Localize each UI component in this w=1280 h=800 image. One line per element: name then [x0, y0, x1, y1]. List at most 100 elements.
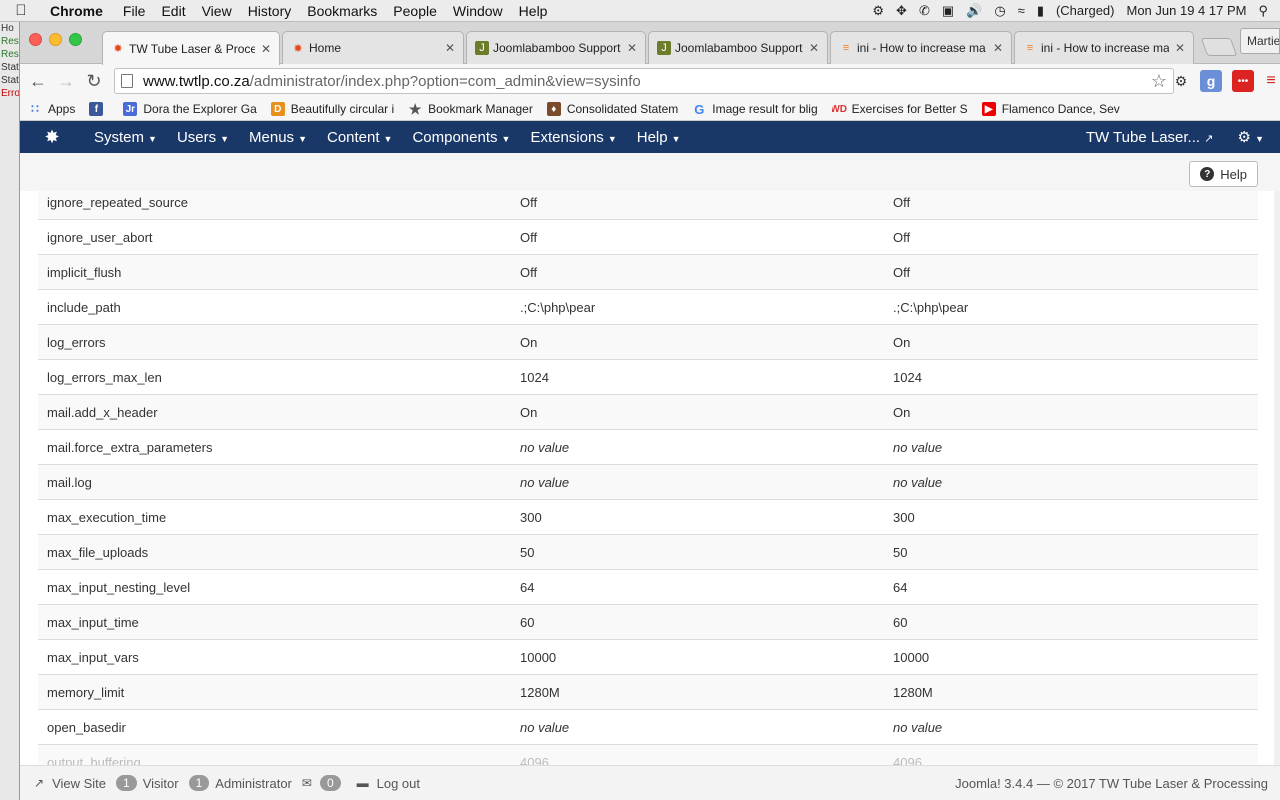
- bookmark-exercises[interactable]: WD Exercises for Better S: [832, 102, 968, 116]
- minimize-window-icon[interactable]: [49, 33, 62, 46]
- logout-link[interactable]: ▬ Log out: [357, 776, 420, 791]
- forward-icon[interactable]: →: [52, 67, 80, 95]
- volume-icon[interactable]: 🔊: [966, 3, 982, 19]
- directive-cell: ignore_repeated_source: [38, 191, 511, 220]
- address-bar[interactable]: www.twtlp.co.za/administrator/index.php?…: [114, 68, 1174, 94]
- menu-window[interactable]: Window: [445, 3, 511, 19]
- visitor-label: Visitor: [142, 775, 179, 791]
- site-link[interactable]: TW Tube Laser... ↗: [1086, 129, 1238, 146]
- bookmark-flamenco[interactable]: ▶ Flamenco Dance, Sev: [981, 102, 1120, 116]
- close-tab-icon[interactable]: ✕: [445, 41, 455, 55]
- url-path: /administrator/index.php?option=com_admi…: [249, 72, 641, 90]
- admin-count-badge: 1: [188, 775, 210, 791]
- master-value-cell: no value: [884, 464, 1258, 500]
- bookmark-apps[interactable]: ∷ Apps: [28, 102, 75, 116]
- table-row: mail.force_extra_parameters no value no va…: [38, 429, 1258, 465]
- bookmark-image-result[interactable]: G Image result for blig: [692, 102, 817, 116]
- caret-down-icon: ▼: [220, 133, 230, 144]
- close-tab-icon[interactable]: ✕: [993, 41, 1003, 55]
- messages-link[interactable]: ✉ 0: [302, 775, 347, 791]
- close-tab-icon[interactable]: ✕: [627, 41, 637, 55]
- time-machine-icon[interactable]: ◷: [994, 3, 1005, 19]
- directive-cell: mail.force_extra_parameters: [38, 429, 511, 465]
- bg-app-text: Ho: [1, 23, 14, 34]
- tab-home[interactable]: ✸ Home ✕: [282, 31, 464, 64]
- bookmark-facebook[interactable]: f: [89, 102, 109, 116]
- google-icon: G: [694, 102, 705, 116]
- directive-cell: max_input_time: [38, 604, 511, 640]
- bookmark-manager[interactable]: ★ Bookmark Manager: [408, 102, 533, 116]
- wifi-icon[interactable]: ≈: [1018, 3, 1025, 18]
- menu-extension-icon[interactable]: ≡: [1260, 70, 1280, 92]
- clock[interactable]: Mon Jun 19 4 17 PM: [1127, 3, 1247, 18]
- close-tab-icon[interactable]: ✕: [1175, 41, 1185, 55]
- bookmark-dora[interactable]: Jr Dora the Explorer Ga: [123, 102, 257, 116]
- apple-icon[interactable]: : [0, 2, 42, 19]
- logout-label: Log out: [376, 775, 420, 791]
- nav-content[interactable]: Content ▼: [317, 129, 402, 146]
- menu-file[interactable]: File: [115, 3, 154, 19]
- table-row: open_basedir no value no value: [38, 709, 1258, 745]
- menu-edit[interactable]: Edit: [153, 3, 193, 19]
- table-row: max_input_nesting_level 64 64: [38, 569, 1258, 605]
- help-button[interactable]: ? Help: [1189, 161, 1258, 187]
- admin-label: Administrator: [215, 775, 292, 791]
- close-tab-icon[interactable]: ✕: [261, 42, 271, 56]
- spotlight-search-icon[interactable]: ⚲: [1258, 3, 1268, 19]
- tab-tw-tube-laser[interactable]: ✸ TW Tube Laser & Process ✕: [102, 31, 280, 65]
- menu-history[interactable]: History: [240, 3, 300, 19]
- close-tab-icon[interactable]: ✕: [809, 41, 819, 55]
- display-icon[interactable]: ▣: [942, 3, 954, 19]
- user-settings-gear-icon[interactable]: ⚙ ▼: [1237, 128, 1280, 146]
- crest-icon: ♦: [546, 102, 561, 116]
- local-value-cell: 60: [511, 604, 884, 640]
- tab-title: Home: [309, 41, 342, 55]
- menu-people[interactable]: People: [385, 3, 445, 19]
- directive-cell: mail.log: [38, 464, 511, 500]
- phone-icon[interactable]: ✆: [919, 3, 930, 19]
- menu-help[interactable]: Help: [511, 3, 556, 19]
- nav-components[interactable]: Components ▼: [402, 129, 520, 146]
- joomla-logo-icon[interactable]: ✸: [20, 127, 84, 148]
- nav-help[interactable]: Help ▼: [627, 129, 691, 146]
- nav-extensions[interactable]: Extensions ▼: [520, 129, 626, 146]
- back-icon[interactable]: ←: [24, 67, 52, 95]
- nav-label: Components: [412, 128, 498, 146]
- settings-gear-icon[interactable]: ⚙: [1170, 70, 1192, 92]
- bookmark-beautifully-circular[interactable]: D Beautifully circular i: [270, 102, 394, 116]
- nav-users[interactable]: Users ▼: [167, 129, 239, 146]
- master-value-cell: Off: [884, 254, 1258, 290]
- page-info-icon[interactable]: [121, 74, 133, 88]
- menu-app-chrome[interactable]: Chrome: [42, 3, 115, 19]
- tab-ini-increase-2[interactable]: ≡ ini - How to increase ma ✕: [1014, 31, 1194, 64]
- bookmark-consolidated[interactable]: ♦ Consolidated Statem: [546, 102, 678, 116]
- reload-icon[interactable]: ↻: [80, 67, 108, 95]
- new-tab-button[interactable]: [1200, 38, 1238, 56]
- dropbox-icon[interactable]: ⚙: [872, 3, 884, 19]
- google-extension-icon[interactable]: g: [1200, 70, 1222, 92]
- directive-cell: max_input_nesting_level: [38, 569, 511, 605]
- tab-joomlabamboo-support-2[interactable]: J Joomlabamboo Support ✕: [648, 31, 828, 64]
- zoom-window-icon[interactable]: [69, 33, 82, 46]
- menu-view[interactable]: View: [194, 3, 240, 19]
- nav-menus[interactable]: Menus ▼: [239, 129, 317, 146]
- move-icon[interactable]: ✥: [896, 3, 907, 19]
- page-scrollbar[interactable]: [1274, 191, 1280, 765]
- tab-ini-increase-1[interactable]: ≡ ini - How to increase ma ✕: [830, 31, 1012, 64]
- master-value-cell: 64: [884, 569, 1258, 605]
- menu-bookmarks[interactable]: Bookmarks: [299, 3, 385, 19]
- table-row: memory_limit 1280M 1280M: [38, 674, 1258, 710]
- lastpass-extension-icon[interactable]: •••: [1232, 70, 1254, 92]
- tab-joomlabamboo-support-1[interactable]: J Joomlabamboo Support ✕: [466, 31, 646, 64]
- directive-cell: ignore_user_abort: [38, 219, 511, 255]
- nav-system[interactable]: System ▼: [84, 129, 167, 146]
- subheader-toolbar: ? Help: [20, 153, 1280, 196]
- php-settings-content: ignore_repeated_source Off Off ignore_user_…: [20, 191, 1280, 765]
- view-site-link[interactable]: ↗ View Site: [34, 776, 106, 791]
- table-row: include_path .;C:\php\pear .;C:\php\pear: [38, 289, 1258, 325]
- bookmark-star-icon[interactable]: ☆: [1151, 71, 1167, 92]
- battery-icon[interactable]: ▮: [1037, 3, 1044, 19]
- master-value-cell: Off: [884, 219, 1258, 255]
- profile-button[interactable]: Martie: [1240, 28, 1280, 54]
- close-window-icon[interactable]: [29, 33, 42, 46]
